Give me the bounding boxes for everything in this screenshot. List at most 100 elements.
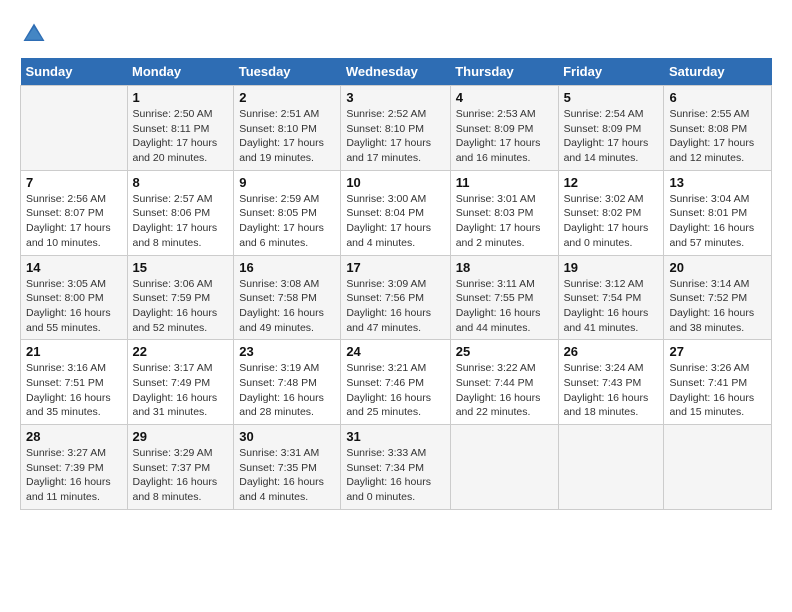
calendar-cell: 31 Sunrise: 3:33 AM Sunset: 7:34 PM Dayli… <box>341 425 450 510</box>
day-info: Sunrise: 3:02 AM Sunset: 8:02 PM Dayligh… <box>564 192 659 251</box>
calendar-cell: 4 Sunrise: 2:53 AM Sunset: 8:09 PM Daylig… <box>450 86 558 171</box>
calendar-cell: 20 Sunrise: 3:14 AM Sunset: 7:52 PM Dayli… <box>664 255 772 340</box>
day-number: 26 <box>564 344 659 359</box>
calendar-cell: 16 Sunrise: 3:08 AM Sunset: 7:58 PM Dayli… <box>234 255 341 340</box>
day-info: Sunrise: 2:53 AM Sunset: 8:09 PM Dayligh… <box>456 107 553 166</box>
day-number: 12 <box>564 175 659 190</box>
calendar-cell: 27 Sunrise: 3:26 AM Sunset: 7:41 PM Dayli… <box>664 340 772 425</box>
day-info: Sunrise: 3:29 AM Sunset: 7:37 PM Dayligh… <box>133 446 229 505</box>
weekday-header: Sunday <box>21 58 128 86</box>
day-number: 5 <box>564 90 659 105</box>
logo <box>20 20 50 48</box>
day-info: Sunrise: 3:17 AM Sunset: 7:49 PM Dayligh… <box>133 361 229 420</box>
weekday-header: Thursday <box>450 58 558 86</box>
day-number: 31 <box>346 429 444 444</box>
day-info: Sunrise: 2:50 AM Sunset: 8:11 PM Dayligh… <box>133 107 229 166</box>
calendar-cell <box>664 425 772 510</box>
day-info: Sunrise: 3:11 AM Sunset: 7:55 PM Dayligh… <box>456 277 553 336</box>
day-info: Sunrise: 2:55 AM Sunset: 8:08 PM Dayligh… <box>669 107 766 166</box>
day-info: Sunrise: 2:52 AM Sunset: 8:10 PM Dayligh… <box>346 107 444 166</box>
calendar-cell: 19 Sunrise: 3:12 AM Sunset: 7:54 PM Dayli… <box>558 255 664 340</box>
day-info: Sunrise: 3:00 AM Sunset: 8:04 PM Dayligh… <box>346 192 444 251</box>
calendar-cell: 21Sunrise: 3:16 AM Sunset: 7:51 PM Dayli… <box>21 340 128 425</box>
day-number: 2 <box>239 90 335 105</box>
calendar-cell: 9Sunrise: 2:59 AM Sunset: 8:05 PM Daylig… <box>234 170 341 255</box>
day-info: Sunrise: 3:21 AM Sunset: 7:46 PM Dayligh… <box>346 361 444 420</box>
calendar-week-row: 1 Sunrise: 2:50 AM Sunset: 8:11 PM Daylig… <box>21 86 772 171</box>
calendar-cell: 13Sunrise: 3:04 AM Sunset: 8:01 PM Dayli… <box>664 170 772 255</box>
day-number: 19 <box>564 260 659 275</box>
weekday-header: Monday <box>127 58 234 86</box>
calendar-cell <box>21 86 128 171</box>
day-info: Sunrise: 3:33 AM Sunset: 7:34 PM Dayligh… <box>346 446 444 505</box>
day-number: 17 <box>346 260 444 275</box>
calendar-cell: 10 Sunrise: 3:00 AM Sunset: 8:04 PM Dayli… <box>341 170 450 255</box>
day-info: Sunrise: 3:05 AM Sunset: 8:00 PM Dayligh… <box>26 277 122 336</box>
weekday-header: Wednesday <box>341 58 450 86</box>
calendar-cell: 3 Sunrise: 2:52 AM Sunset: 8:10 PM Daylig… <box>341 86 450 171</box>
calendar-cell: 24 Sunrise: 3:21 AM Sunset: 7:46 PM Dayli… <box>341 340 450 425</box>
day-number: 25 <box>456 344 553 359</box>
day-number: 27 <box>669 344 766 359</box>
calendar-cell: 7Sunrise: 2:56 AM Sunset: 8:07 PM Daylig… <box>21 170 128 255</box>
day-number: 4 <box>456 90 553 105</box>
day-info: Sunrise: 2:56 AM Sunset: 8:07 PM Dayligh… <box>26 192 122 251</box>
calendar-week-row: 28 Sunrise: 3:27 AM Sunset: 7:39 PM Dayli… <box>21 425 772 510</box>
day-info: Sunrise: 3:06 AM Sunset: 7:59 PM Dayligh… <box>133 277 229 336</box>
day-number: 15 <box>133 260 229 275</box>
calendar-cell: 23 Sunrise: 3:19 AM Sunset: 7:48 PM Dayli… <box>234 340 341 425</box>
day-info: Sunrise: 3:04 AM Sunset: 8:01 PM Dayligh… <box>669 192 766 251</box>
calendar-cell <box>450 425 558 510</box>
day-info: Sunrise: 3:31 AM Sunset: 7:35 PM Dayligh… <box>239 446 335 505</box>
day-number: 10 <box>346 175 444 190</box>
weekday-header: Friday <box>558 58 664 86</box>
day-info: Sunrise: 2:51 AM Sunset: 8:10 PM Dayligh… <box>239 107 335 166</box>
calendar-cell: 30 Sunrise: 3:31 AM Sunset: 7:35 PM Dayli… <box>234 425 341 510</box>
day-info: Sunrise: 3:26 AM Sunset: 7:41 PM Dayligh… <box>669 361 766 420</box>
day-number: 8 <box>133 175 229 190</box>
day-number: 23 <box>239 344 335 359</box>
day-number: 30 <box>239 429 335 444</box>
day-number: 24 <box>346 344 444 359</box>
calendar-cell: 28 Sunrise: 3:27 AM Sunset: 7:39 PM Dayli… <box>21 425 128 510</box>
weekday-header: Saturday <box>664 58 772 86</box>
day-info: Sunrise: 3:19 AM Sunset: 7:48 PM Dayligh… <box>239 361 335 420</box>
day-number: 3 <box>346 90 444 105</box>
calendar-cell: 8Sunrise: 2:57 AM Sunset: 8:06 PM Daylig… <box>127 170 234 255</box>
day-info: Sunrise: 3:12 AM Sunset: 7:54 PM Dayligh… <box>564 277 659 336</box>
day-number: 20 <box>669 260 766 275</box>
day-info: Sunrise: 3:08 AM Sunset: 7:58 PM Dayligh… <box>239 277 335 336</box>
day-number: 16 <box>239 260 335 275</box>
day-info: Sunrise: 3:27 AM Sunset: 7:39 PM Dayligh… <box>26 446 122 505</box>
calendar-cell: 25 Sunrise: 3:22 AM Sunset: 7:44 PM Dayli… <box>450 340 558 425</box>
day-info: Sunrise: 3:22 AM Sunset: 7:44 PM Dayligh… <box>456 361 553 420</box>
calendar-cell: 17Sunrise: 3:09 AM Sunset: 7:56 PM Dayli… <box>341 255 450 340</box>
calendar-cell: 14Sunrise: 3:05 AM Sunset: 8:00 PM Dayli… <box>21 255 128 340</box>
calendar-week-row: 7Sunrise: 2:56 AM Sunset: 8:07 PM Daylig… <box>21 170 772 255</box>
day-number: 22 <box>133 344 229 359</box>
day-info: Sunrise: 3:14 AM Sunset: 7:52 PM Dayligh… <box>669 277 766 336</box>
calendar-cell: 12 Sunrise: 3:02 AM Sunset: 8:02 PM Dayli… <box>558 170 664 255</box>
calendar-cell: 5Sunrise: 2:54 AM Sunset: 8:09 PM Daylig… <box>558 86 664 171</box>
calendar-week-row: 14Sunrise: 3:05 AM Sunset: 8:00 PM Dayli… <box>21 255 772 340</box>
logo-icon <box>20 20 48 48</box>
day-number: 18 <box>456 260 553 275</box>
calendar-table: SundayMondayTuesdayWednesdayThursdayFrid… <box>20 58 772 510</box>
day-number: 11 <box>456 175 553 190</box>
day-number: 1 <box>133 90 229 105</box>
calendar-cell: 2 Sunrise: 2:51 AM Sunset: 8:10 PM Daylig… <box>234 86 341 171</box>
day-info: Sunrise: 3:16 AM Sunset: 7:51 PM Dayligh… <box>26 361 122 420</box>
page-header <box>20 20 772 48</box>
calendar-cell: 1 Sunrise: 2:50 AM Sunset: 8:11 PM Daylig… <box>127 86 234 171</box>
calendar-cell <box>558 425 664 510</box>
calendar-week-row: 21Sunrise: 3:16 AM Sunset: 7:51 PM Dayli… <box>21 340 772 425</box>
calendar-cell: 11 Sunrise: 3:01 AM Sunset: 8:03 PM Dayli… <box>450 170 558 255</box>
calendar-cell: 18 Sunrise: 3:11 AM Sunset: 7:55 PM Dayli… <box>450 255 558 340</box>
day-info: Sunrise: 3:01 AM Sunset: 8:03 PM Dayligh… <box>456 192 553 251</box>
day-number: 9 <box>239 175 335 190</box>
calendar-cell: 26Sunrise: 3:24 AM Sunset: 7:43 PM Dayli… <box>558 340 664 425</box>
calendar-cell: 15 Sunrise: 3:06 AM Sunset: 7:59 PM Dayli… <box>127 255 234 340</box>
calendar-cell: 6Sunrise: 2:55 AM Sunset: 8:08 PM Daylig… <box>664 86 772 171</box>
day-number: 28 <box>26 429 122 444</box>
day-number: 29 <box>133 429 229 444</box>
